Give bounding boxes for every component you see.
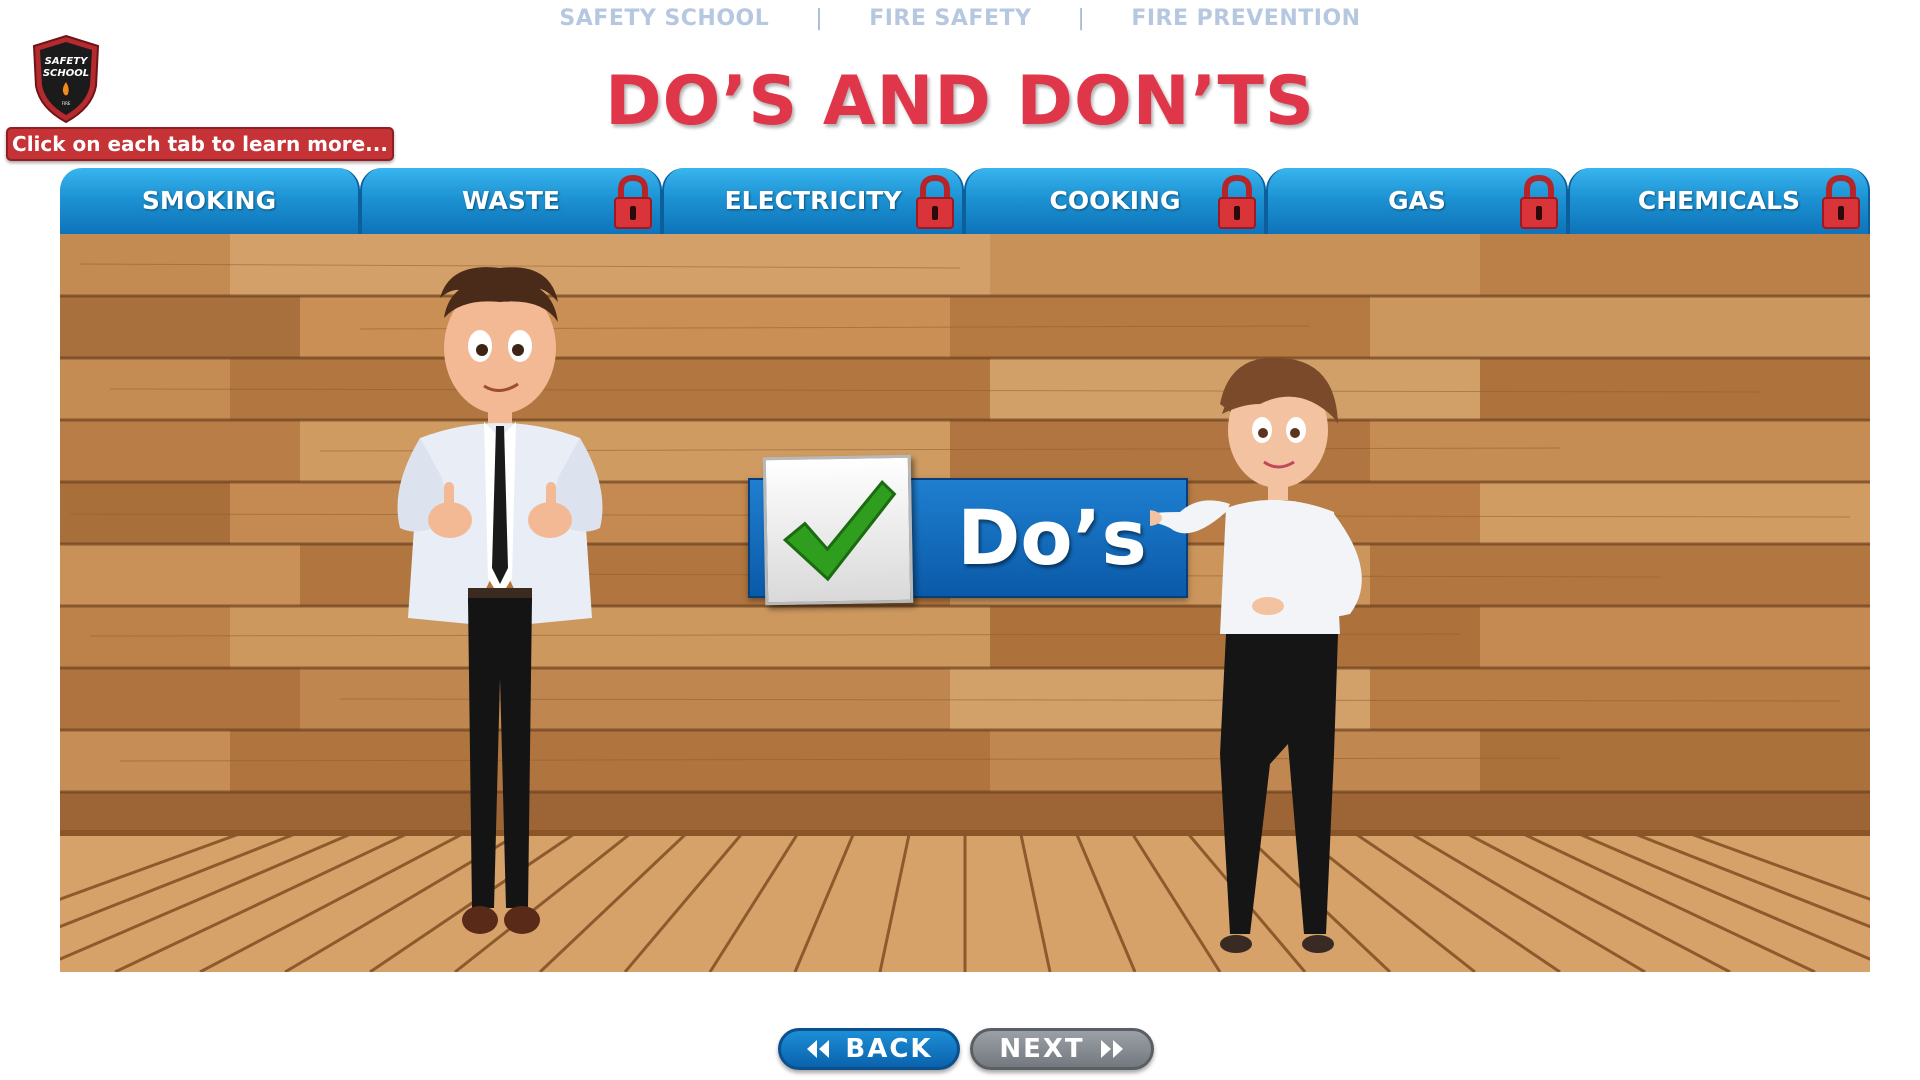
next-button[interactable]: NEXT [970,1028,1154,1070]
checkmark-icon [782,480,897,582]
breadcrumb-item-fire-safety: FIRE SAFETY [869,6,1032,31]
breadcrumb: SAFETY SCHOOL | FIRE SAFETY | FIRE PREVE… [0,6,1920,31]
lock-icon [614,174,652,229]
next-button-label: NEXT [999,1034,1085,1064]
topic-tab-bar: SMOKING WASTE ELECTRICITY COOKING GAS CH… [60,168,1870,234]
dos-label: Do’s [957,493,1147,582]
lock-icon [916,174,954,229]
checkmark-card [762,454,914,606]
back-button-label: BACK [845,1034,933,1064]
breadcrumb-item-fire-prevention: FIRE PREVENTION [1131,6,1361,31]
tab-label: SMOKING [141,186,277,215]
wood-floor [60,830,1870,972]
lock-icon [1520,174,1558,229]
lock-icon [1822,174,1860,229]
double-chevron-right-icon [1100,1040,1123,1058]
tab-gas[interactable]: GAS [1266,168,1568,234]
double-chevron-left-icon [807,1040,830,1058]
tab-cooking[interactable]: COOKING [964,168,1266,234]
man-character-thumbs-up [397,267,603,934]
course-screen: SAFETY SCHOOL | FIRE SAFETY | FIRE PREVE… [0,0,1920,1080]
back-button[interactable]: BACK [778,1028,960,1070]
tab-waste[interactable]: WASTE [360,168,662,234]
tab-smoking[interactable]: SMOKING [60,168,360,234]
page-title: DO’S AND DON’TS [605,62,1315,141]
tab-electricity[interactable]: ELECTRICITY [662,168,964,234]
lock-icon [1218,174,1256,229]
content-scene: Do’s [60,234,1870,972]
breadcrumb-separator: | [1077,6,1086,31]
tab-chemicals[interactable]: CHEMICALS [1568,168,1870,234]
breadcrumb-separator: | [815,6,824,31]
woman-character-pointing [1150,357,1362,953]
breadcrumb-item-safety-school: SAFETY SCHOOL [559,6,770,31]
dos-sign: Do’s [748,454,1188,606]
